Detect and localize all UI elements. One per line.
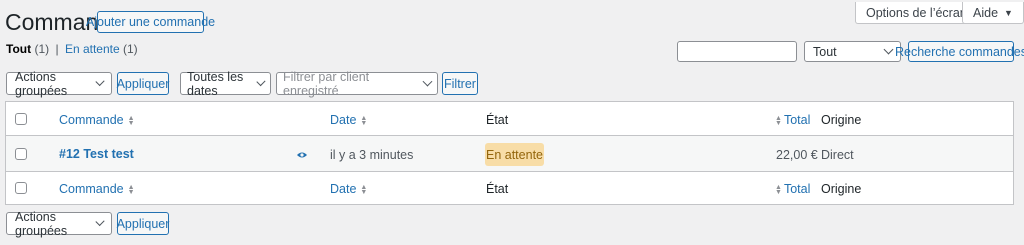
select-all-checkbox-footer[interactable] [15, 182, 27, 194]
view-pending-link[interactable]: En attente [65, 42, 120, 56]
orders-table: Commande ▲ ▼ Date ▲ ▼ État ▲ ▼ Total Origine #… [5, 101, 1014, 205]
column-total-label: Total [783, 182, 811, 196]
order-origin: Direct [821, 148, 854, 162]
bulk-actions-select-bottom[interactable]: Actions groupées [6, 209, 112, 238]
select-all-checkbox[interactable] [15, 113, 27, 125]
status-views: Tout (1) | En attente (1) [6, 42, 138, 56]
column-date-header[interactable]: Date ▲ ▼ [330, 112, 367, 127]
eye-icon[interactable] [296, 148, 308, 158]
status-badge: En attente [485, 143, 544, 166]
dates-select[interactable]: Toutes les dates [180, 69, 271, 98]
add-order-button[interactable]: Ajouter une commande [86, 11, 215, 33]
search-status-select[interactable]: Tout [804, 41, 901, 62]
order-total: 22,00 € [776, 148, 818, 162]
help-button[interactable]: Aide ▼ [962, 2, 1024, 24]
column-date-label: Date [330, 113, 357, 127]
sort-arrows-icon: ▲ ▼ [775, 114, 782, 127]
sort-arrows-icon: ▲ ▼ [127, 114, 135, 127]
search-status-value: Tout [813, 44, 837, 59]
column-status-footer: État [486, 182, 509, 196]
screen-options-label: Options de l’écran [866, 5, 967, 20]
customer-filter-select[interactable]: Filtrer par client enregistré [276, 69, 438, 98]
bulk-actions-select[interactable]: Actions groupées [6, 69, 112, 98]
bulk-actions-value-bottom: Actions groupées [15, 209, 68, 238]
column-origin-footer: Origine [821, 182, 862, 196]
order-link[interactable]: #12 Test test [59, 147, 134, 161]
customer-filter-placeholder: Filtrer par client enregistré [283, 69, 370, 98]
view-all-count: (1) [34, 42, 50, 56]
column-date-label: Date [330, 182, 357, 196]
filter-button[interactable]: Filtrer [442, 72, 478, 95]
sort-arrows-icon: ▲ ▼ [360, 114, 368, 127]
column-status-header: État [486, 113, 509, 127]
table-header-row: Commande ▲ ▼ Date ▲ ▼ État ▲ ▼ Total Origine [6, 102, 1013, 136]
table-row[interactable]: #12 Test test il y a 3 minutes En attent… [6, 136, 1013, 172]
column-order-label: Commande [59, 182, 124, 196]
sort-arrows-icon: ▲ ▼ [360, 183, 368, 196]
view-separator: | [55, 42, 59, 56]
sort-arrows-icon: ▲ ▼ [775, 183, 782, 196]
chevron-down-icon [883, 44, 894, 55]
view-all-link[interactable]: Tout [6, 42, 31, 56]
sort-arrows-icon: ▲ ▼ [127, 183, 135, 196]
column-total-header[interactable]: ▲ ▼ Total [775, 112, 810, 127]
apply-bulk-button-bottom[interactable]: Appliquer [117, 212, 169, 235]
column-order-header[interactable]: Commande ▲ ▼ [59, 112, 135, 127]
row-checkbox[interactable] [15, 148, 27, 160]
dates-value: Toutes les dates [187, 69, 244, 98]
view-pending-count: (1) [123, 42, 138, 56]
help-label: Aide [973, 5, 999, 20]
order-search-input[interactable] [677, 41, 797, 62]
apply-bulk-button[interactable]: Appliquer [117, 72, 169, 95]
bulk-actions-value: Actions groupées [15, 69, 68, 98]
column-order-label: Commande [59, 113, 124, 127]
column-total-footer[interactable]: ▲ ▼ Total [775, 181, 810, 196]
search-orders-button[interactable]: Recherche commandes [895, 41, 1024, 62]
column-origin-header: Origine [821, 113, 862, 127]
order-date: il y a 3 minutes [330, 148, 414, 162]
table-footer-row: Commande ▲ ▼ Date ▲ ▼ État ▲ ▼ Total Origine [6, 172, 1013, 204]
column-total-label: Total [783, 113, 811, 127]
column-order-footer[interactable]: Commande ▲ ▼ [59, 181, 135, 196]
column-date-footer[interactable]: Date ▲ ▼ [330, 181, 367, 196]
caret-down-icon: ▼ [1004, 7, 1013, 18]
